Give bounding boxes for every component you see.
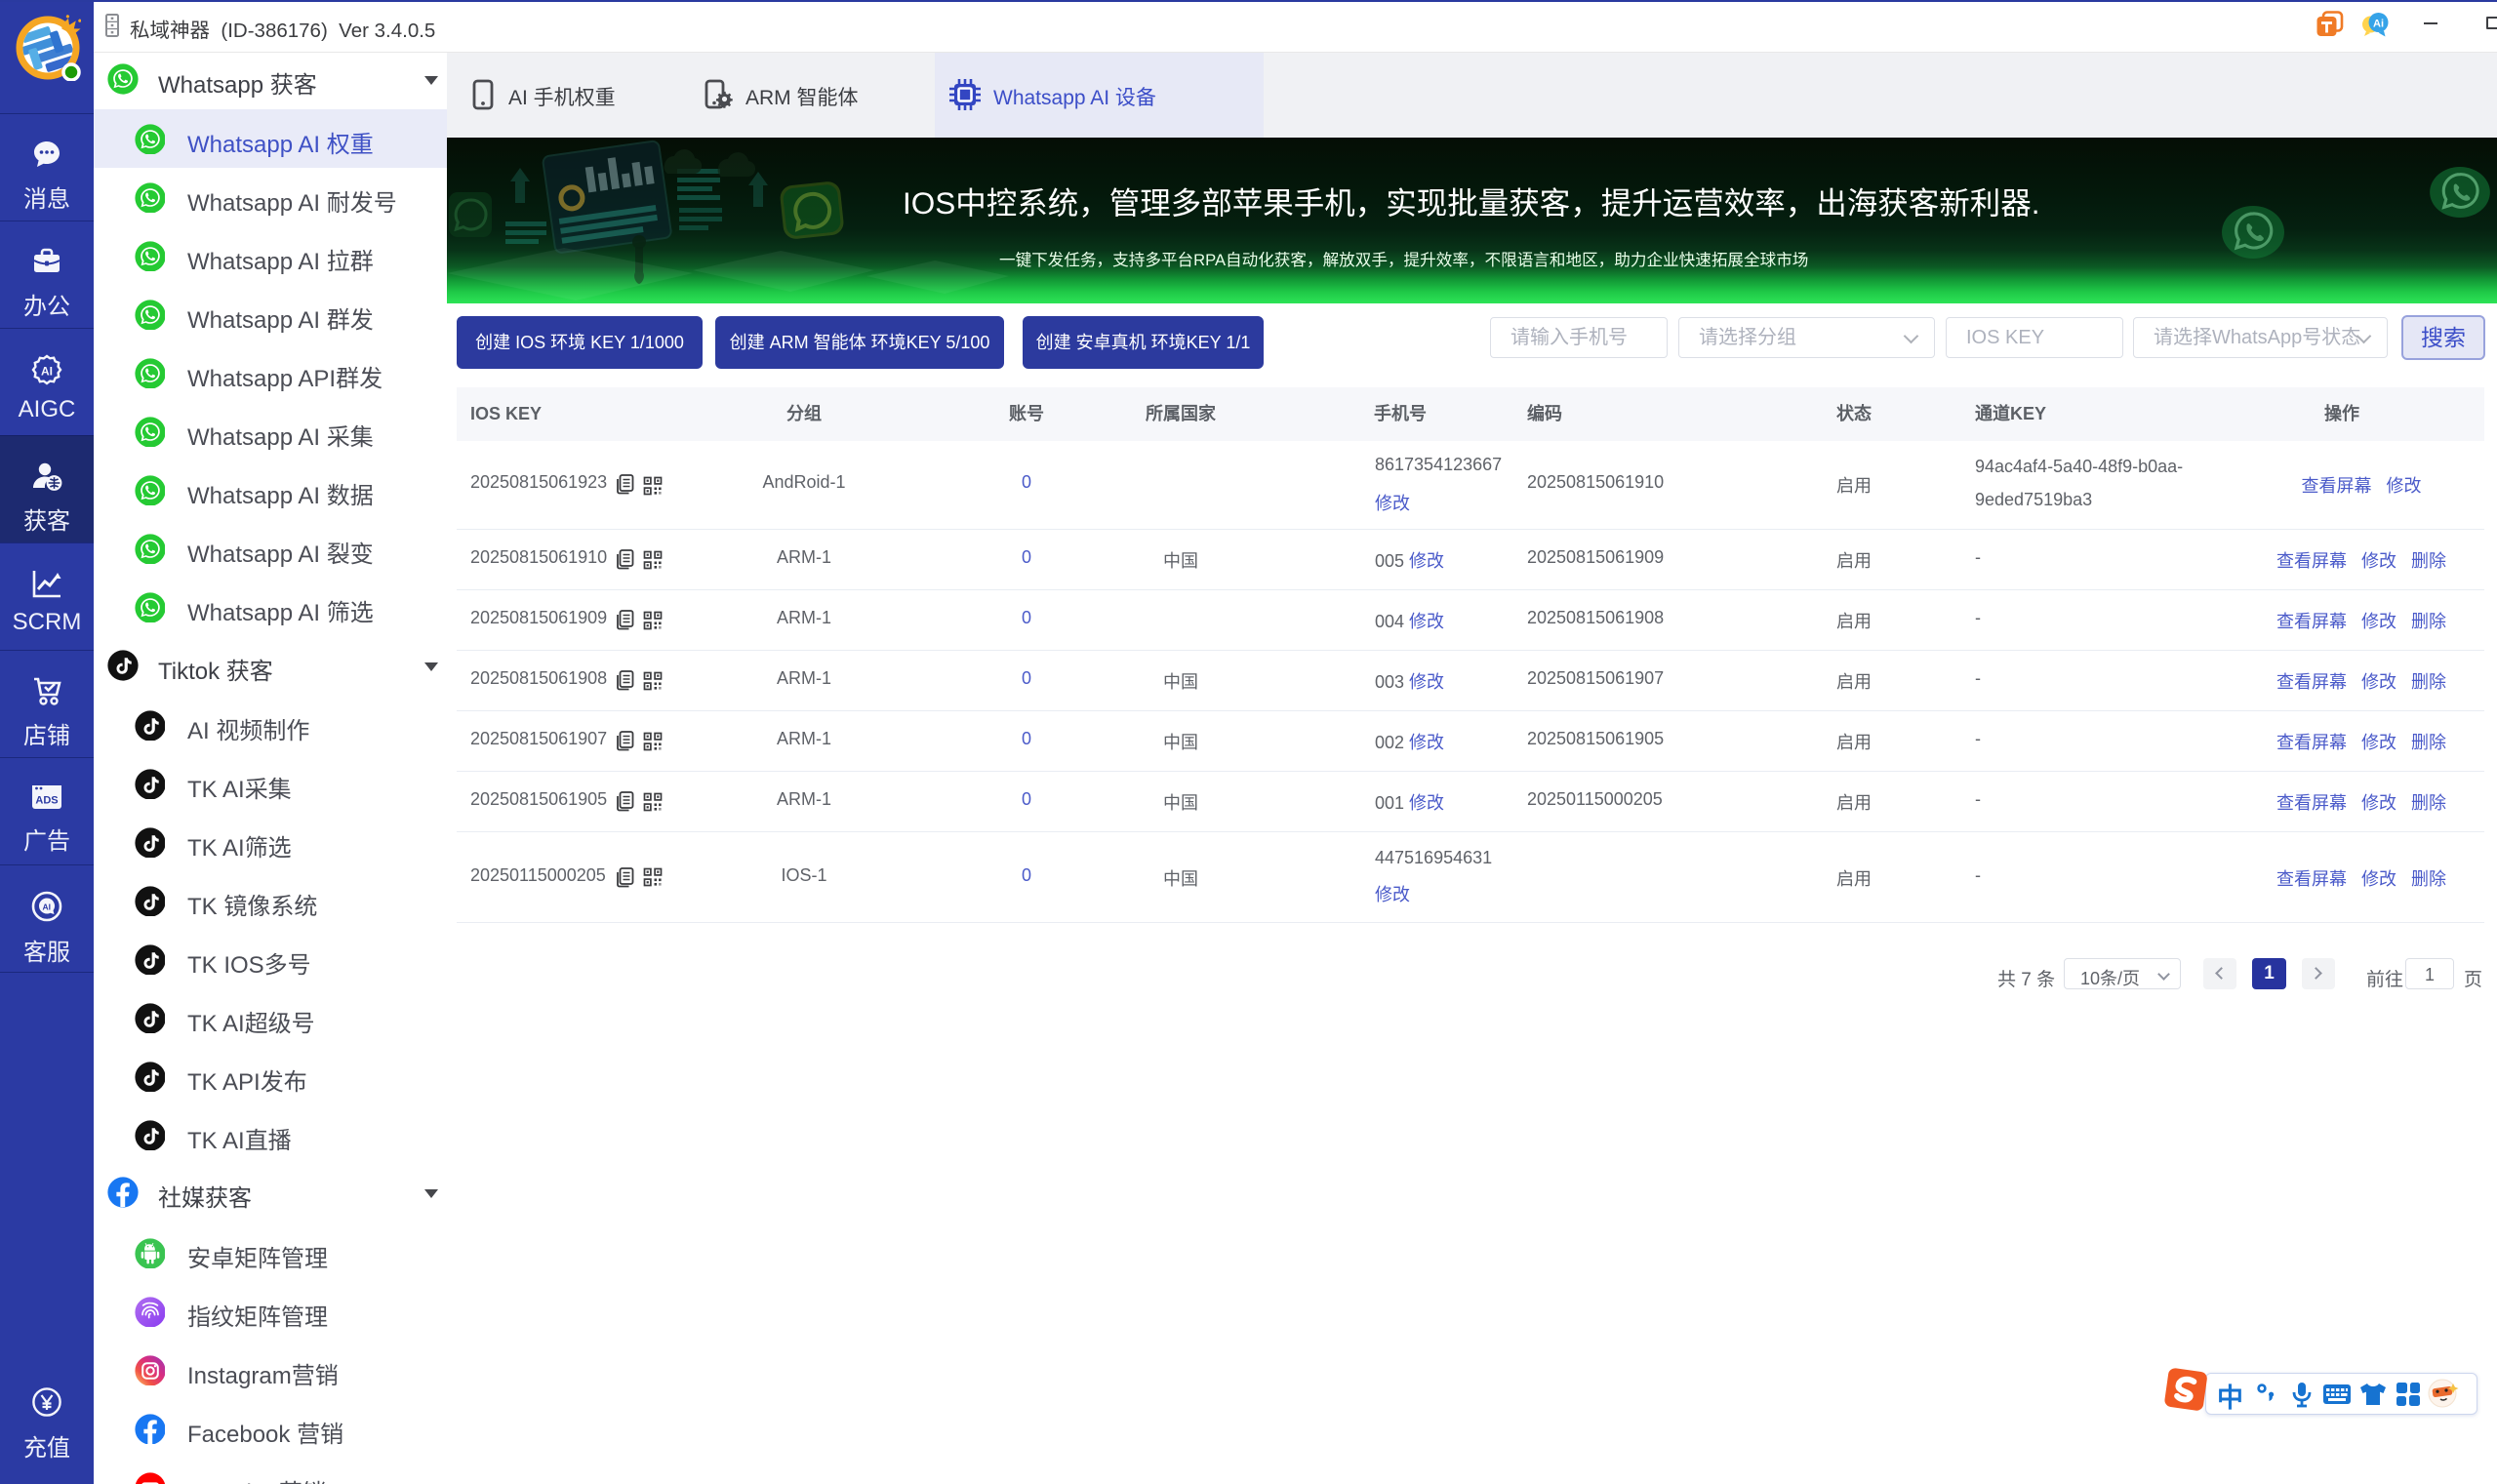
svg-text:Ai: Ai bbox=[2373, 19, 2384, 30]
svg-text:AI: AI bbox=[43, 902, 52, 912]
svg-text:AI: AI bbox=[41, 365, 53, 379]
svg-text:ADS: ADS bbox=[35, 795, 58, 807]
